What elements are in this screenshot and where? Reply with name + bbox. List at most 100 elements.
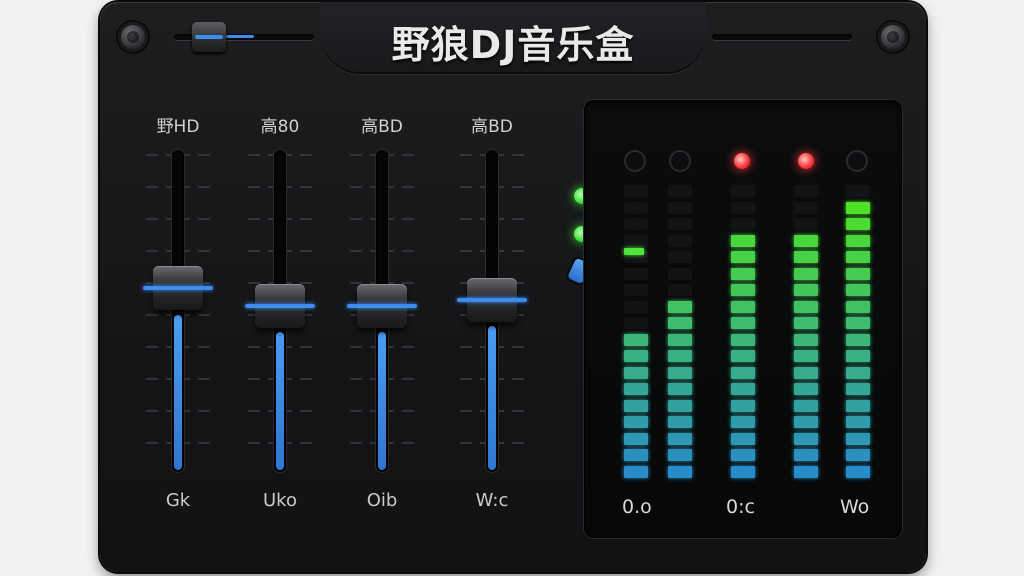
vu-segment bbox=[668, 333, 692, 346]
vu-peak-hold bbox=[624, 248, 644, 255]
vu-segment bbox=[794, 465, 818, 478]
vu-segment bbox=[624, 317, 648, 329]
vu-segment bbox=[731, 300, 755, 313]
fader-fill bbox=[174, 315, 182, 470]
vu-segment bbox=[846, 350, 870, 362]
vu-segment bbox=[731, 218, 755, 230]
fader-label: 野HD bbox=[156, 117, 200, 137]
vu-segment bbox=[731, 317, 755, 329]
vu-segment bbox=[668, 218, 692, 230]
vu-segment bbox=[794, 267, 818, 280]
vu-segment bbox=[624, 267, 648, 280]
screw-icon bbox=[878, 22, 908, 52]
vu-segment bbox=[668, 317, 692, 329]
vu-meter-panel: 0.o 0:c Wo bbox=[584, 100, 902, 538]
vu-segment bbox=[731, 416, 755, 428]
vu-segment bbox=[668, 383, 692, 395]
master-slider-handle[interactable] bbox=[192, 22, 226, 52]
vu-segment bbox=[731, 465, 755, 478]
vu-segment bbox=[846, 185, 870, 197]
vu-segment bbox=[846, 399, 870, 412]
vu-segment bbox=[794, 432, 818, 445]
vu-segment bbox=[624, 366, 648, 379]
vu-meter-2 bbox=[666, 182, 694, 482]
vu-segment bbox=[846, 201, 870, 214]
vu-segment bbox=[794, 333, 818, 346]
fader-fill bbox=[488, 326, 496, 470]
fader-channel-4: 高BD W:c bbox=[442, 102, 542, 522]
vu-segment bbox=[731, 267, 755, 280]
fader-label: 高BD bbox=[361, 117, 403, 137]
peak-led-red-icon bbox=[734, 153, 750, 169]
vu-segment bbox=[846, 234, 870, 247]
vu-meter-3 bbox=[729, 182, 757, 482]
vu-segment bbox=[794, 399, 818, 412]
vu-segment bbox=[794, 251, 818, 263]
fader-channel-1: 野HD Gk bbox=[128, 102, 228, 522]
vu-segment bbox=[731, 383, 755, 395]
vu-segment bbox=[731, 399, 755, 412]
vu-segment bbox=[731, 251, 755, 263]
vu-segment bbox=[668, 300, 692, 313]
vu-segment bbox=[846, 284, 870, 296]
peak-led-off-icon bbox=[669, 150, 691, 172]
vu-segment bbox=[794, 218, 818, 230]
vu-segment bbox=[668, 350, 692, 362]
vu-segment bbox=[794, 185, 818, 197]
vu-segment bbox=[846, 218, 870, 230]
peak-led-off-icon bbox=[846, 150, 868, 172]
vu-segment bbox=[846, 333, 870, 346]
vu-segment bbox=[731, 432, 755, 445]
vu-segment bbox=[731, 333, 755, 346]
fader-channel-3: 高BD Oib bbox=[332, 102, 432, 522]
fader-knob[interactable] bbox=[457, 278, 527, 322]
vu-segment bbox=[668, 449, 692, 461]
vu-segment bbox=[794, 383, 818, 395]
vu-segment bbox=[624, 383, 648, 395]
vu-meter-4 bbox=[792, 182, 820, 482]
fader-knob[interactable] bbox=[347, 284, 417, 328]
fader-knob[interactable] bbox=[143, 266, 213, 310]
vu-segment bbox=[668, 465, 692, 478]
vu-segment bbox=[794, 201, 818, 214]
vu-segment bbox=[624, 201, 648, 214]
fader-value: Uko bbox=[263, 490, 297, 511]
vu-segment bbox=[846, 300, 870, 313]
vu-segment bbox=[624, 333, 648, 346]
vu-segment bbox=[794, 449, 818, 461]
app-title: 野狼DJ音乐盒 bbox=[391, 23, 635, 67]
vu-segment bbox=[668, 267, 692, 280]
vu-segment bbox=[846, 366, 870, 379]
vu-segment bbox=[794, 416, 818, 428]
vu-segment bbox=[668, 284, 692, 296]
fader-channel-2: 高80 Uko bbox=[230, 102, 330, 522]
vu-segment bbox=[731, 201, 755, 214]
vu-segment bbox=[731, 234, 755, 247]
fader-knob[interactable] bbox=[245, 284, 315, 328]
fader-value: W:c bbox=[475, 490, 509, 511]
fader-value: Gk bbox=[165, 490, 191, 511]
vu-segment bbox=[846, 383, 870, 395]
peak-led-red-icon bbox=[798, 153, 814, 169]
vu-segment bbox=[624, 185, 648, 197]
fader-value: Oib bbox=[366, 490, 398, 511]
vu-meter-1 bbox=[622, 182, 650, 482]
meter-label: Wo bbox=[840, 496, 870, 518]
vu-segment bbox=[731, 449, 755, 461]
title-bar: 野狼DJ音乐盒 bbox=[100, 2, 926, 76]
vu-segment bbox=[668, 201, 692, 214]
vu-segment bbox=[624, 465, 648, 478]
fader-label: 高BD bbox=[471, 117, 513, 137]
fader-track[interactable] bbox=[172, 150, 184, 472]
vu-segment bbox=[846, 267, 870, 280]
vu-segment bbox=[794, 317, 818, 329]
vu-segment bbox=[794, 300, 818, 313]
fader-fill bbox=[378, 332, 386, 470]
fader-label: 高80 bbox=[260, 117, 300, 137]
vu-segment bbox=[624, 284, 648, 296]
vu-segment bbox=[624, 399, 648, 412]
vu-segment bbox=[624, 218, 648, 230]
vu-segment bbox=[846, 432, 870, 445]
vu-segment bbox=[624, 300, 648, 313]
vu-segment bbox=[846, 449, 870, 461]
